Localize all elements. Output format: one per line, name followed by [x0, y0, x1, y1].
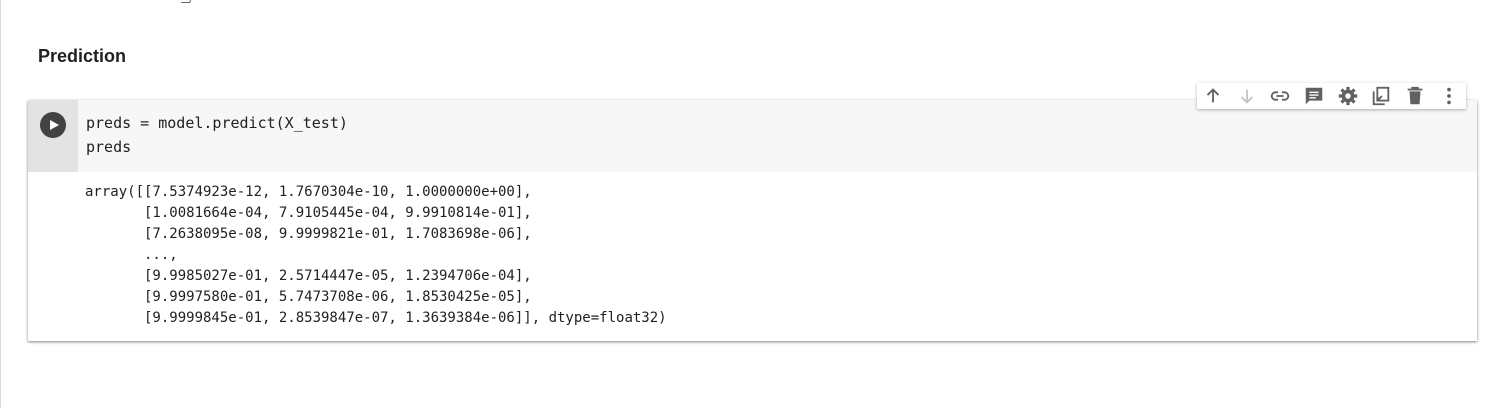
comment-icon — [1305, 87, 1323, 105]
link-icon — [1270, 91, 1290, 101]
run-cell-button[interactable] — [40, 112, 66, 138]
output-line: ..., — [85, 247, 178, 263]
more-vert-icon — [1447, 87, 1451, 105]
cell-gutter — [28, 100, 78, 172]
code-editor[interactable]: preds = model.predict(X_test) preds — [78, 100, 1477, 172]
output-line: [9.9985027e-01, 2.5714447e-05, 1.2394706… — [85, 268, 532, 284]
mirror-cell-icon — [1372, 86, 1390, 106]
copy-link-button[interactable] — [1266, 83, 1294, 109]
output-line: [9.9997580e-01, 5.7473708e-06, 1.8530425… — [85, 289, 532, 305]
section-heading: Prediction — [38, 46, 127, 66]
arrow-down-icon — [1240, 89, 1254, 104]
arrow-up-icon — [1206, 88, 1220, 103]
more-actions-button[interactable] — [1435, 83, 1463, 109]
add-comment-button[interactable] — [1300, 83, 1328, 109]
code-line: preds — [86, 138, 132, 156]
output-line: [7.2638095e-08, 9.9999821e-01, 1.7083698… — [85, 226, 532, 242]
previous-cell-fragment — [180, 0, 195, 3]
mirror-cell-button[interactable] — [1367, 83, 1395, 109]
delete-cell-button[interactable] — [1401, 83, 1429, 109]
cell-output: array([[7.5374923e-12, 1.7670304e-10, 1.… — [28, 172, 1477, 341]
cell-settings-button[interactable] — [1334, 83, 1362, 109]
trash-icon — [1407, 86, 1423, 105]
move-cell-down-button[interactable] — [1233, 83, 1261, 109]
cell-toolbar — [1197, 83, 1466, 109]
page-left-border — [0, 0, 1, 408]
move-cell-up-button[interactable] — [1199, 83, 1227, 109]
output-line: [9.9999845e-01, 2.8539847e-07, 1.3639384… — [85, 310, 667, 326]
gear-icon — [1338, 86, 1358, 106]
output-line: array([[7.5374923e-12, 1.7670304e-10, 1.… — [85, 184, 532, 200]
code-cell[interactable]: preds = model.predict(X_test) preds arra… — [28, 100, 1477, 341]
code-line: preds = model.predict(X_test) — [86, 114, 348, 132]
output-line: [1.0081664e-04, 7.9105445e-04, 9.9910814… — [85, 205, 532, 221]
